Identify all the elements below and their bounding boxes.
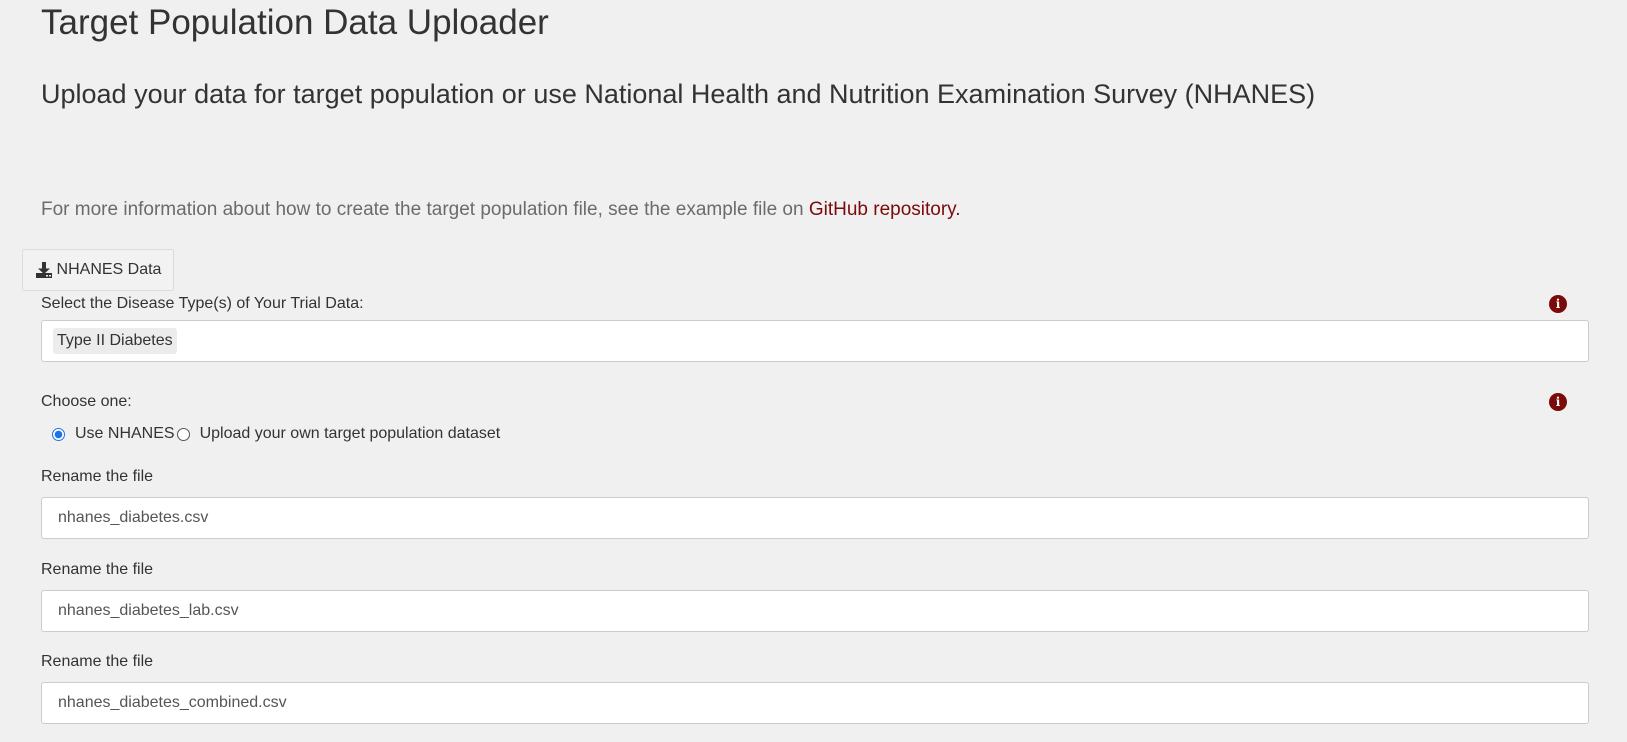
- download-icon: [35, 261, 53, 279]
- rename-file-label-3: Rename the file: [41, 653, 154, 670]
- github-repository-link[interactable]: GitHub repository.: [809, 199, 961, 220]
- rename-file-input-1[interactable]: [41, 497, 1589, 539]
- upload-own-dataset-radio[interactable]: [176, 427, 190, 441]
- uploader-page: Target Population Data Uploader Upload y…: [0, 0, 1627, 742]
- choose-one-info-icon[interactable]: i: [1549, 393, 1567, 411]
- use-nhanes-label[interactable]: Use NHANES: [75, 423, 175, 445]
- rename-file-label-1: Rename the file: [41, 468, 154, 485]
- disease-type-label: Select the Disease Type(s) of Your Trial…: [41, 295, 364, 312]
- page-subtitle: Upload your data for target population o…: [41, 79, 1316, 109]
- source-radio-group: Use NHANES Upload your own target popula…: [52, 423, 500, 445]
- rename-file-label-2: Rename the file: [41, 561, 154, 578]
- rename-file-input-2[interactable]: [41, 590, 1589, 632]
- selected-disease-chip[interactable]: Type II Diabetes: [53, 328, 177, 354]
- disease-type-select[interactable]: Type II Diabetes: [41, 320, 1589, 362]
- rename-file-input-3[interactable]: [41, 682, 1589, 724]
- choose-one-label: Choose one:: [41, 393, 132, 410]
- use-nhanes-radio[interactable]: [52, 427, 65, 441]
- page-title: Target Population Data Uploader: [41, 3, 549, 42]
- disease-type-info-icon[interactable]: i: [1549, 295, 1567, 313]
- info-text-body: For more information about how to create…: [41, 199, 809, 220]
- nhanes-data-download-label: NHANES Data: [56, 261, 162, 278]
- info-text: For more information about how to create…: [41, 196, 961, 224]
- upload-own-dataset-label[interactable]: Upload your own target population datase…: [200, 423, 501, 445]
- nhanes-data-download-button[interactable]: NHANES Data: [22, 249, 174, 291]
